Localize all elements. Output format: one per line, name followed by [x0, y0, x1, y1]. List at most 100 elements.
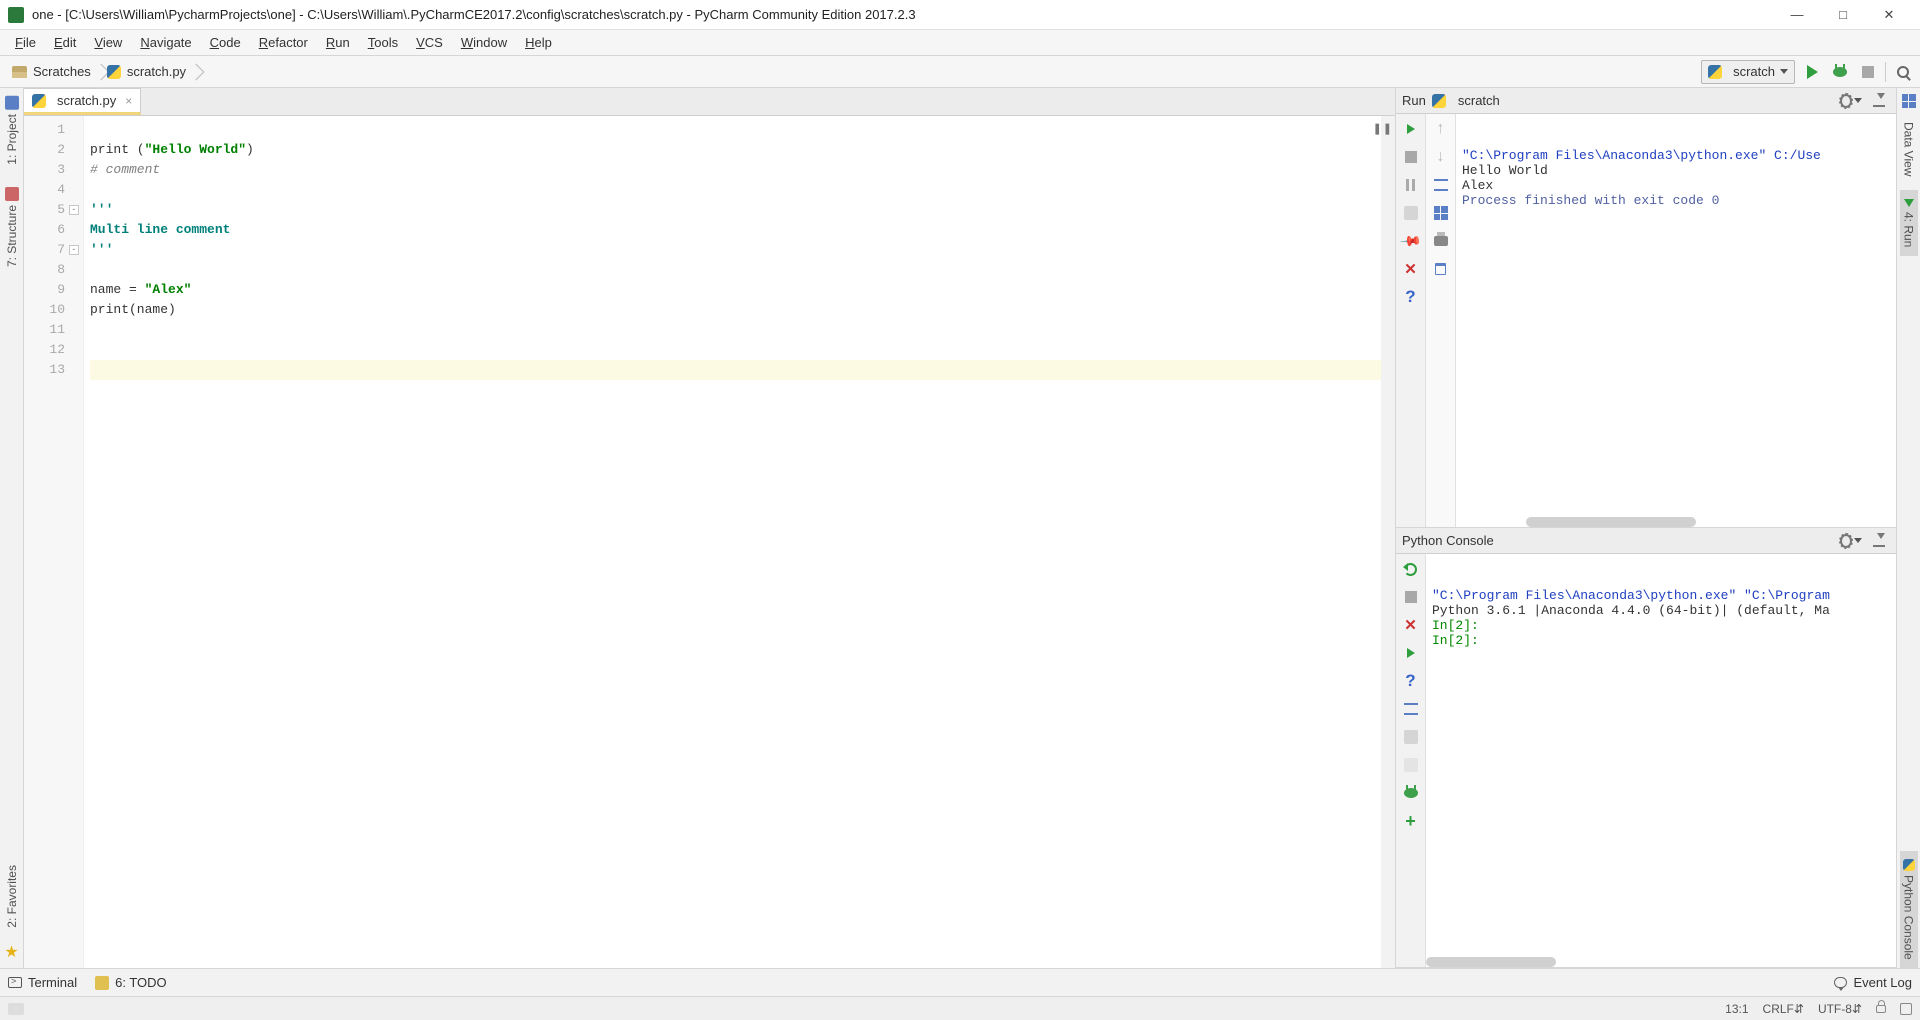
inspection-profile-icon[interactable] — [1900, 1003, 1912, 1015]
tab-label: Python Console — [1902, 875, 1916, 960]
run-button[interactable] — [1801, 61, 1823, 83]
reload-icon — [1404, 563, 1417, 576]
toolwindow-tab-project[interactable]: 1: Project — [3, 88, 21, 173]
pause-icon — [1406, 179, 1415, 191]
star-icon: ★ — [4, 942, 18, 962]
maximize-button[interactable]: □ — [1820, 1, 1866, 29]
event-log-button[interactable]: Event Log — [1834, 975, 1912, 990]
right-panels: Run scratch 📌 ✕ ? ↑ — [1396, 88, 1896, 968]
help-button[interactable]: ? — [1400, 670, 1422, 692]
menubar: FileEditViewNavigateCodeRefactorRunTools… — [0, 30, 1920, 56]
rerun-button[interactable] — [1400, 118, 1422, 140]
close-tab-icon[interactable]: × — [125, 94, 132, 108]
hide-button[interactable] — [1868, 90, 1890, 112]
print-button[interactable] — [1430, 230, 1452, 252]
toolwindow-tab-run[interactable]: 4: Run — [1900, 190, 1918, 255]
run-toolbar-left: 📌 ✕ ? — [1396, 114, 1426, 527]
tab-label: 1: Project — [5, 114, 19, 165]
code-line[interactable]: Multi line comment — [90, 220, 1381, 240]
breadcrumb-item[interactable]: Scratches — [6, 59, 101, 85]
code-line[interactable]: print(name) — [90, 300, 1381, 320]
breadcrumb-item[interactable]: scratch.py — [101, 59, 196, 85]
hide-icon — [1873, 535, 1885, 547]
toolwindow-tab-structure[interactable]: 7: Structure — [3, 179, 21, 275]
execute-button[interactable] — [1400, 642, 1422, 664]
menu-help[interactable]: Help — [516, 33, 561, 52]
menu-navigate[interactable]: Navigate — [131, 33, 200, 52]
menu-vcs[interactable]: VCS — [407, 33, 452, 52]
toolwindow-tab-terminal[interactable]: Terminal — [8, 975, 77, 990]
menu-run[interactable]: Run — [317, 33, 359, 52]
wrap-button[interactable] — [1400, 698, 1422, 720]
run-header-title: scratch — [1458, 93, 1500, 108]
close-button[interactable]: ✕ — [1866, 1, 1912, 29]
history-button[interactable] — [1400, 754, 1422, 776]
search-everywhere-button[interactable] — [1892, 61, 1914, 83]
rerun-button[interactable] — [1400, 558, 1422, 580]
stop-button[interactable] — [1857, 61, 1879, 83]
help-button[interactable]: ? — [1400, 286, 1422, 308]
run-console[interactable]: "C:\Program Files\Anaconda3\python.exe" … — [1456, 114, 1896, 527]
scrollbar-horizontal[interactable] — [1526, 517, 1696, 527]
stop-button[interactable] — [1400, 586, 1422, 608]
menu-window[interactable]: Window — [452, 33, 516, 52]
toolwindow-tab-python-console[interactable]: Python Console — [1900, 851, 1918, 968]
toolwindow-tab-todo[interactable]: 6: TODO — [95, 975, 167, 990]
caret-position[interactable]: 13:1 — [1725, 1002, 1748, 1016]
menu-file[interactable]: File — [6, 33, 45, 52]
hide-button[interactable] — [1868, 530, 1890, 552]
menu-edit[interactable]: Edit — [45, 33, 85, 52]
run-config-selector[interactable]: scratch — [1701, 60, 1795, 84]
editor-body[interactable]: 12345678910111213 print ("Hello World")#… — [24, 116, 1395, 968]
close-button[interactable]: ✕ — [1400, 258, 1422, 280]
debug-button[interactable] — [1829, 61, 1851, 83]
settings-button[interactable] — [1840, 530, 1862, 552]
down-button[interactable]: ↓ — [1430, 146, 1452, 168]
vars-button[interactable] — [1400, 726, 1422, 748]
toolwindow-stripe-left: 1: Project 7: Structure 2: Favorites ★ — [0, 88, 24, 968]
console-line: Process finished with exit code 0 — [1462, 193, 1890, 208]
encoding[interactable]: UTF-8⇵ — [1818, 1002, 1862, 1016]
scroll-to-end-button[interactable] — [1430, 202, 1452, 224]
pause-button[interactable] — [1400, 174, 1422, 196]
code-line[interactable] — [90, 320, 1381, 340]
code-line[interactable] — [90, 180, 1381, 200]
menu-tools[interactable]: Tools — [359, 33, 407, 52]
code-line[interactable]: ''' — [90, 240, 1381, 260]
scrollbar-horizontal[interactable] — [1426, 957, 1556, 967]
minimize-button[interactable]: ― — [1774, 1, 1820, 29]
soft-wrap-button[interactable] — [1430, 174, 1452, 196]
code-line[interactable]: ''' — [90, 200, 1381, 220]
python-console-output[interactable]: "C:\Program Files\Anaconda3\python.exe" … — [1426, 554, 1896, 967]
menu-code[interactable]: Code — [201, 33, 250, 52]
editor-tab-scratch[interactable]: scratch.py × — [23, 88, 141, 115]
toolwindows-toggle-icon[interactable] — [8, 1003, 24, 1015]
code-line[interactable]: name = "Alex" — [90, 280, 1381, 300]
editor-tabs: scratch.py × — [24, 88, 1395, 116]
code-line[interactable] — [90, 120, 1381, 140]
code-line[interactable] — [90, 340, 1381, 360]
fold-toggle-icon[interactable]: - — [69, 245, 79, 255]
code-line[interactable]: print ("Hello World") — [90, 140, 1381, 160]
clear-button[interactable] — [1430, 258, 1452, 280]
debug-button[interactable] — [1400, 782, 1422, 804]
toolwindow-tab-dataview[interactable]: Data View — [1900, 114, 1918, 184]
layout-button[interactable] — [1400, 202, 1422, 224]
close-button[interactable]: ✕ — [1400, 614, 1422, 636]
pin-button[interactable]: 📌 — [1400, 230, 1422, 252]
code-line[interactable] — [90, 260, 1381, 280]
settings-button[interactable] — [1840, 90, 1862, 112]
code-area[interactable]: print ("Hello World")# comment '''Multi l… — [84, 116, 1381, 968]
up-button[interactable]: ↑ — [1430, 118, 1452, 140]
readonly-toggle-icon[interactable] — [1876, 1005, 1886, 1013]
plus-icon: + — [1405, 814, 1416, 828]
code-line[interactable] — [90, 360, 1381, 380]
line-separator[interactable]: CRLF⇵ — [1763, 1002, 1804, 1016]
fold-toggle-icon[interactable]: - — [69, 205, 79, 215]
menu-refactor[interactable]: Refactor — [250, 33, 317, 52]
toolwindow-tab-favorites[interactable]: 2: Favorites — [3, 857, 21, 936]
code-line[interactable]: # comment — [90, 160, 1381, 180]
stop-button[interactable] — [1400, 146, 1422, 168]
new-console-button[interactable]: + — [1400, 810, 1422, 832]
menu-view[interactable]: View — [85, 33, 131, 52]
